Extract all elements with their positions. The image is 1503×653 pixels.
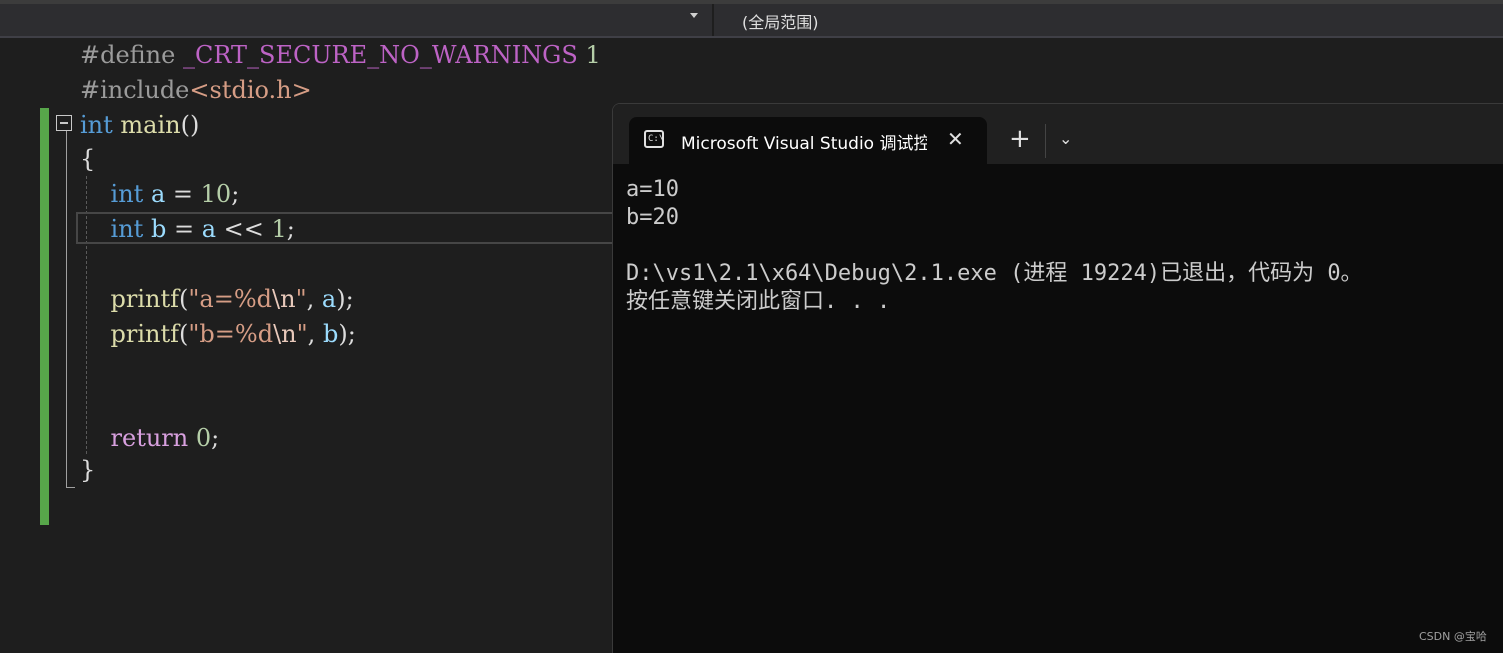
punctuation: () xyxy=(180,111,200,139)
code-line-8[interactable]: printf("b=%d\n", b); xyxy=(80,319,356,349)
punctuation: ( xyxy=(179,320,189,348)
preprocessor-directive: #include xyxy=(80,76,190,104)
new-tab-button[interactable]: + xyxy=(1009,125,1031,153)
operator: = xyxy=(172,180,193,208)
number-literal: 1 xyxy=(271,215,287,243)
include-header: <stdio.h> xyxy=(189,76,312,104)
code-line-9[interactable]: return 0; xyxy=(80,423,220,453)
code-line-3[interactable]: int main() xyxy=(80,110,199,140)
console-output[interactable]: a=10 b=20 D:\vs1\2.1\x64\Debug\2.1.exe (进… xyxy=(626,176,1363,316)
output-line: 按任意键关闭此窗口. . . xyxy=(626,289,891,314)
fold-guide-end xyxy=(66,487,75,488)
escape-sequence: \n xyxy=(273,320,297,348)
punctuation: ( xyxy=(179,285,189,313)
output-line: D:\vs1\2.1\x64\Debug\2.1.exe (进程 19224)已… xyxy=(626,261,1363,286)
scope-dropdown[interactable] xyxy=(714,4,1503,36)
punctuation: , xyxy=(306,285,315,313)
code-line-2[interactable]: #include<stdio.h> xyxy=(80,75,312,105)
fold-guide xyxy=(66,131,67,488)
terminal-tab[interactable]: C:\ Microsoft Visual Studio 调试控制台 ✕ xyxy=(629,117,987,164)
output-line: b=20 xyxy=(626,205,679,230)
debug-console-window[interactable]: C:\ Microsoft Visual Studio 调试控制台 ✕ + ⌄ … xyxy=(612,103,1503,653)
project-dropdown[interactable] xyxy=(0,4,712,36)
number-literal: 10 xyxy=(200,180,232,208)
console-icon: C:\ xyxy=(644,130,664,148)
code-line-5[interactable]: int a = 10; xyxy=(80,179,240,209)
close-brace: } xyxy=(80,456,96,484)
string-literal: "b=%d xyxy=(188,320,274,348)
watermark: CSDN @宝哈 xyxy=(1419,630,1487,643)
macro-value: 1 xyxy=(585,41,601,69)
type-keyword: int xyxy=(110,215,144,243)
macro-name: _CRT_SECURE_NO_WARNINGS xyxy=(182,41,578,69)
punctuation: ; xyxy=(231,180,240,208)
terminal-titlebar[interactable]: C:\ Microsoft Visual Studio 调试控制台 ✕ + ⌄ xyxy=(613,104,1503,164)
string-literal: " xyxy=(295,285,307,313)
scope-label[interactable]: (全局范围) xyxy=(742,9,819,33)
type-keyword: int xyxy=(110,180,144,208)
change-tracking-bar xyxy=(40,108,49,525)
close-tab-icon[interactable]: ✕ xyxy=(947,125,964,153)
preprocessor-directive: #define xyxy=(80,41,176,69)
function-call: printf xyxy=(110,285,180,313)
string-literal: " xyxy=(296,320,308,348)
operator: = xyxy=(173,215,195,243)
punctuation: ; xyxy=(286,215,295,243)
editor-navigation-bar: (全局范围) xyxy=(0,0,1503,38)
number-literal: 0 xyxy=(195,424,212,452)
code-line-1[interactable]: #define _CRT_SECURE_NO_WARNINGS 1 xyxy=(80,40,601,70)
output-line: a=10 xyxy=(626,177,679,202)
punctuation: , xyxy=(307,320,316,348)
variable: b xyxy=(150,215,167,243)
open-brace: { xyxy=(80,145,96,173)
escape-sequence: \n xyxy=(272,285,296,313)
function-name: main xyxy=(120,111,181,139)
terminal-tab-title: Microsoft Visual Studio 调试控制台 xyxy=(681,134,927,154)
punctuation: ); xyxy=(338,320,356,348)
operator: << xyxy=(223,215,264,243)
function-call: printf xyxy=(110,320,180,348)
variable: a xyxy=(201,215,217,243)
return-keyword: return xyxy=(110,424,189,452)
variable: a xyxy=(150,180,166,208)
type-keyword: int xyxy=(80,111,113,139)
collapse-icon[interactable] xyxy=(56,115,72,131)
code-line-10[interactable]: } xyxy=(80,455,95,485)
console-icon-text: C:\ xyxy=(648,134,665,144)
code-line-6[interactable]: int b = a << 1; xyxy=(80,214,295,244)
tab-dropdown-icon[interactable]: ⌄ xyxy=(1059,125,1072,153)
punctuation: ; xyxy=(211,424,220,452)
chevron-down-icon[interactable] xyxy=(690,13,698,18)
variable: b xyxy=(322,320,339,348)
code-line-7[interactable]: printf("a=%d\n", a); xyxy=(80,284,354,314)
string-literal: "a=%d xyxy=(188,285,273,313)
variable: a xyxy=(321,285,337,313)
punctuation: ); xyxy=(336,285,354,313)
code-line-4[interactable]: { xyxy=(80,144,95,174)
tab-separator xyxy=(1045,124,1046,158)
